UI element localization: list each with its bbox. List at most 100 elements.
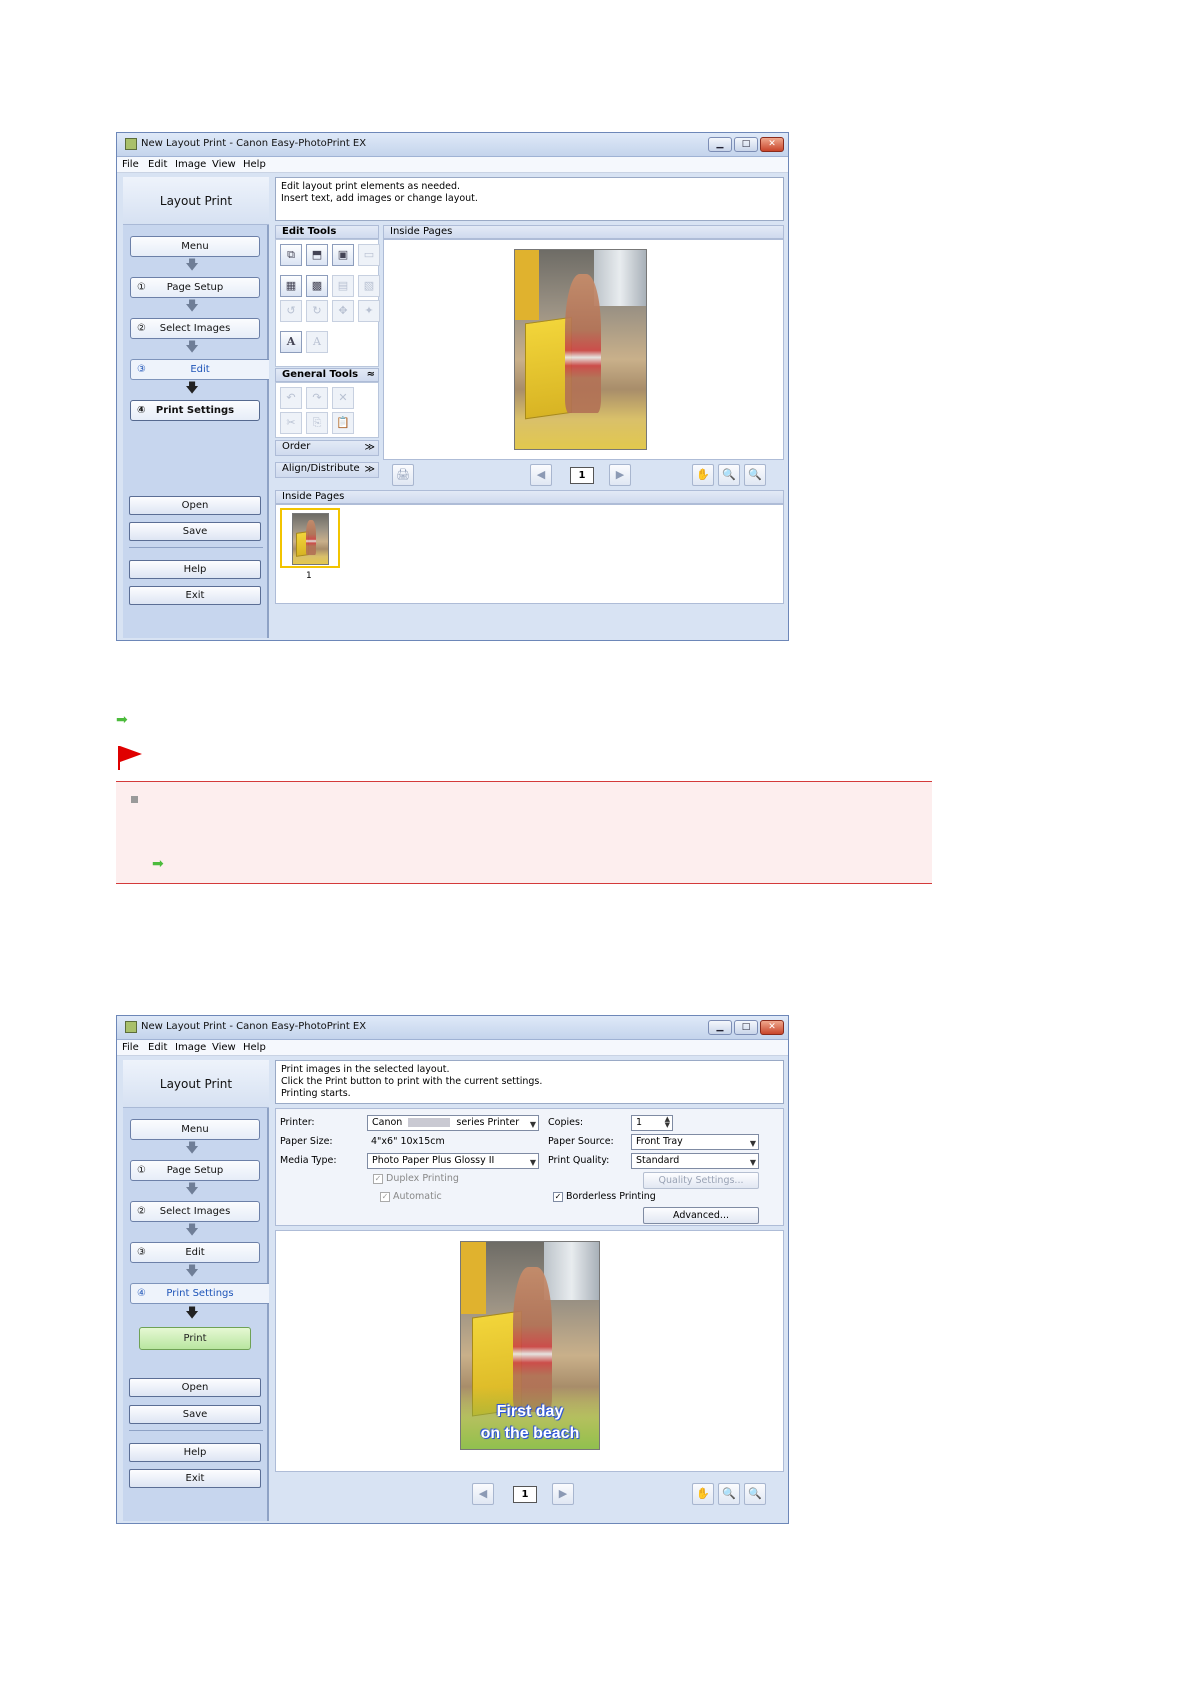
dropdown-arrow-icon: ▼ — [749, 1158, 756, 1167]
menu-help[interactable]: Help — [243, 1042, 266, 1053]
previous-page-button[interactable]: ◀ — [530, 464, 552, 486]
step-menu-button[interactable]: Menu — [130, 1119, 260, 1140]
paper-source-value: Front Tray — [636, 1136, 683, 1147]
print-preview-icon[interactable]: 🖨 — [392, 464, 414, 486]
menu-image[interactable]: Image — [175, 159, 206, 170]
link-arrow-icon[interactable]: ➡ — [116, 712, 128, 728]
minimize-button[interactable]: ▁ — [708, 1020, 732, 1035]
print-button[interactable]: Print — [139, 1327, 251, 1350]
message-line: Insert text, add images or change layout… — [281, 193, 478, 204]
thumbnail-frame[interactable] — [280, 508, 340, 568]
open-button[interactable]: Open — [129, 1378, 261, 1397]
hand-tool-icon[interactable]: ✋ — [692, 464, 714, 486]
page-number-box[interactable]: 1 — [570, 467, 594, 484]
preview-photo[interactable] — [514, 249, 647, 450]
zoom-out-icon[interactable]: 🔍 — [744, 1483, 766, 1505]
zoom-out-icon[interactable]: 🔍 — [744, 464, 766, 486]
add-text-icon[interactable]: A — [280, 331, 302, 353]
order-header[interactable]: Order ≫ — [275, 440, 379, 456]
message-line: Printing starts. — [281, 1088, 351, 1099]
frame-icon[interactable]: ▣ — [332, 244, 354, 266]
step-arrow-icon: 🡇 — [185, 258, 199, 273]
replace-image-icon[interactable]: ▩ — [306, 275, 328, 297]
add-image-icon[interactable]: ▦ — [280, 275, 302, 297]
step-page-setup-button[interactable]: ① Page Setup — [130, 277, 260, 298]
print-settings-panel: Printer: Canon series Printer ▼ Paper Si… — [275, 1108, 784, 1226]
step-number: ③ — [137, 1247, 146, 1258]
step-arrow-icon: 🡇 — [185, 381, 199, 396]
print-quality-label: Print Quality: — [548, 1155, 610, 1166]
menu-edit[interactable]: Edit — [148, 159, 167, 170]
maximize-button[interactable]: □ — [734, 137, 758, 152]
close-button[interactable]: ✕ — [760, 137, 784, 152]
step-select-images-button[interactable]: ② Select Images — [130, 1201, 260, 1222]
maximize-button[interactable]: □ — [734, 1020, 758, 1035]
open-button[interactable]: Open — [129, 496, 261, 515]
sidebar-divider — [129, 1430, 263, 1431]
printer-value-suffix: series Printer — [456, 1117, 520, 1128]
exit-button[interactable]: Exit — [129, 1469, 261, 1488]
background-icon[interactable]: ⬒ — [306, 244, 328, 266]
edit-tools-header: Edit Tools — [275, 225, 379, 239]
menu-view[interactable]: View — [212, 1042, 236, 1053]
spinner-arrows-icon[interactable]: ▲ ▼ — [665, 1116, 670, 1129]
photo-caption-line: on the beach — [480, 1425, 580, 1442]
thumbnails-header: Inside Pages — [275, 490, 784, 504]
paper-size-value: 4"x6" 10x15cm — [371, 1136, 445, 1147]
sidebar-title: Layout Print — [123, 177, 269, 225]
preview-area — [383, 239, 784, 460]
menu-view[interactable]: View — [212, 159, 236, 170]
advanced-button[interactable]: Advanced... — [643, 1207, 759, 1224]
printer-value-prefix: Canon — [372, 1117, 403, 1128]
step-edit-button[interactable]: ③ Edit — [130, 359, 269, 380]
next-page-button[interactable]: ▶ — [609, 464, 631, 486]
help-button[interactable]: Help — [129, 1443, 261, 1462]
collapse-icon[interactable]: ≈ — [367, 369, 375, 381]
help-button[interactable]: Help — [129, 560, 261, 579]
page-number-box[interactable]: 1 — [513, 1486, 537, 1503]
borderless-checkbox[interactable]: ✓ — [553, 1192, 563, 1202]
step-print-settings-button[interactable]: ④ Print Settings — [130, 1283, 269, 1304]
expand-icon[interactable]: ≫ — [365, 442, 375, 454]
menu-help[interactable]: Help — [243, 159, 266, 170]
minimize-button[interactable]: ▁ — [708, 137, 732, 152]
next-page-button[interactable]: ▶ — [552, 1483, 574, 1505]
preview-photo[interactable]: First day on the beach — [460, 1241, 600, 1450]
menu-file[interactable]: File — [122, 1042, 139, 1053]
step-arrow-icon: 🡇 — [185, 340, 199, 355]
step-page-setup-button[interactable]: ① Page Setup — [130, 1160, 260, 1181]
step-arrow-icon: 🡇 — [185, 1306, 199, 1321]
copies-spinner[interactable]: 1 ▲ ▼ — [631, 1115, 673, 1131]
layout-icon[interactable]: ⧉ — [280, 244, 302, 266]
previous-page-button[interactable]: ◀ — [472, 1483, 494, 1505]
copy-icon: ⎘ — [306, 412, 328, 434]
step-select-images-button[interactable]: ② Select Images — [130, 318, 260, 339]
menu-file[interactable]: File — [122, 159, 139, 170]
zoom-in-icon[interactable]: 🔍 — [718, 464, 740, 486]
menu-image[interactable]: Image — [175, 1042, 206, 1053]
link-arrow-icon[interactable]: ➡ — [152, 856, 164, 872]
message-line: Edit layout print elements as needed. — [281, 181, 460, 192]
printer-select[interactable]: Canon series Printer ▼ — [367, 1115, 539, 1131]
print-quality-select[interactable]: Standard ▼ — [631, 1153, 759, 1169]
paper-source-select[interactable]: Front Tray ▼ — [631, 1134, 759, 1150]
sidebar-divider — [129, 547, 263, 548]
align-distribute-header[interactable]: Align/Distribute ≫ — [275, 462, 379, 478]
save-button[interactable]: Save — [129, 522, 261, 541]
step-menu-button[interactable]: Menu — [130, 236, 260, 257]
close-button[interactable]: ✕ — [760, 1020, 784, 1035]
step-edit-button[interactable]: ③ Edit — [130, 1242, 260, 1263]
expand-icon[interactable]: ≫ — [365, 464, 375, 476]
media-type-select[interactable]: Photo Paper Plus Glossy II ▼ — [367, 1153, 539, 1169]
save-button[interactable]: Save — [129, 1405, 261, 1424]
instruction-message: Print images in the selected layout. Cli… — [275, 1060, 784, 1104]
align-label: Align/Distribute — [282, 463, 360, 474]
quality-settings-button: Quality Settings... — [643, 1172, 759, 1189]
step-print-settings-button[interactable]: ④ Print Settings — [130, 400, 260, 421]
exit-button[interactable]: Exit — [129, 586, 261, 605]
zoom-in-icon[interactable]: 🔍 — [718, 1483, 740, 1505]
step-number: ② — [137, 323, 146, 334]
hand-tool-icon[interactable]: ✋ — [692, 1483, 714, 1505]
menu-edit[interactable]: Edit — [148, 1042, 167, 1053]
effects-icon: ✦ — [358, 300, 380, 322]
